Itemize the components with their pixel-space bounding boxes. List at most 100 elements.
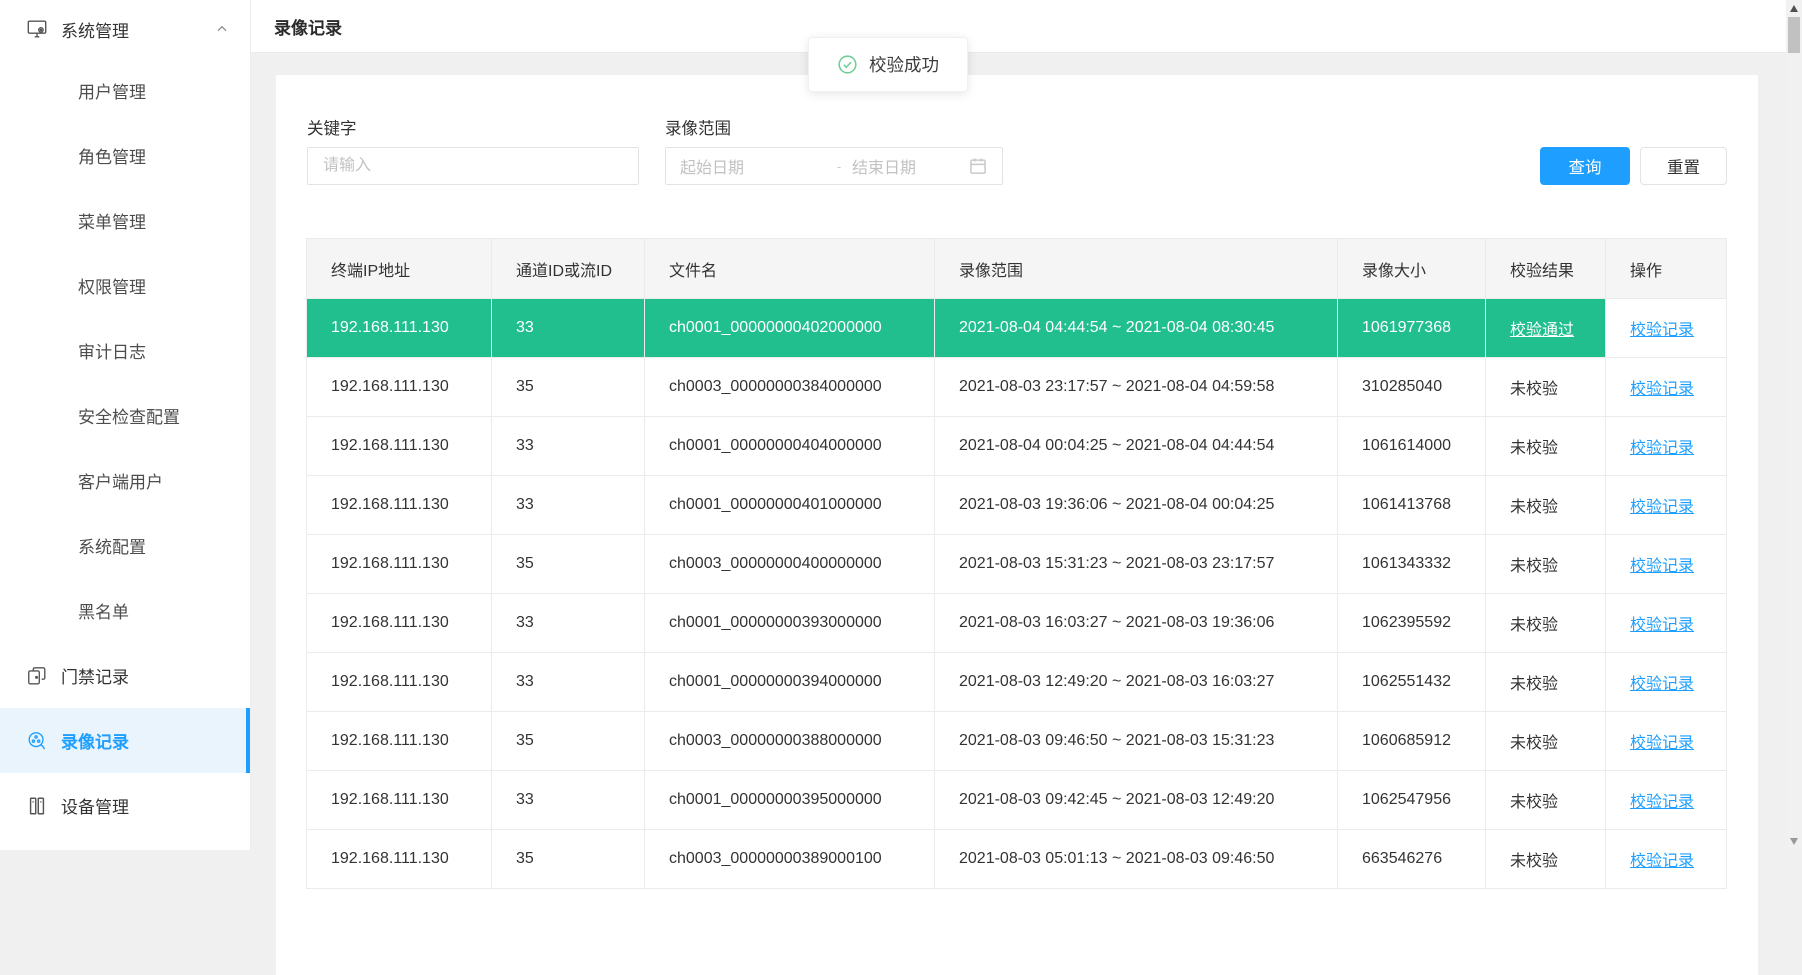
cell-ip: 192.168.111.130: [306, 416, 492, 476]
column-header: 终端IP地址: [306, 238, 492, 299]
cell-range-text: 2021-08-04 04:44:54 ~ 2021-08-04 08:30:4…: [959, 319, 1275, 336]
cell-file-text: ch0001_00000000394000000: [669, 673, 882, 690]
cell-result: 未校验: [1485, 770, 1606, 830]
cell-ip: 192.168.111.130: [306, 770, 492, 830]
cell-file: ch0001_00000000404000000: [644, 416, 935, 476]
cell-file: ch0001_00000000401000000: [644, 475, 935, 535]
sidebar: 系统管理 用户管理 角色管理菜单管理权限管理审计日志安全检查配置 客户端用户 系统配置黑…: [0, 0, 251, 850]
cell-size-text: 1061977368: [1362, 319, 1451, 336]
sidebar-item-system-config[interactable]: 系统配置: [0, 513, 250, 578]
column-header: 文件名: [644, 238, 935, 299]
success-check-icon: [837, 54, 858, 75]
cell-action: 校验记录: [1605, 534, 1727, 594]
verify-record-link[interactable]: 校验记录: [1630, 676, 1694, 693]
sidebar-item-blacklist[interactable]: 黑名单: [0, 578, 250, 643]
column-header: 通道ID或流ID: [491, 238, 645, 299]
cell-ip: 192.168.111.130: [306, 829, 492, 889]
cell-channel: 35: [491, 829, 645, 889]
cell-range-text: 2021-08-03 23:17:57 ~ 2021-08-04 04:59:5…: [959, 378, 1275, 395]
column-header: 录像范围: [934, 238, 1338, 299]
verify-record-link[interactable]: 校验记录: [1630, 617, 1694, 634]
cell-ip-text: 192.168.111.130: [331, 673, 449, 690]
verify-record-link[interactable]: 校验记录: [1630, 499, 1694, 516]
table-row[interactable]: 192.168.111.130 33 ch0001_0000000039400000…: [306, 652, 1727, 712]
cell-ip: 192.168.111.130: [306, 593, 492, 653]
sidebar-item-device-management[interactable]: 设备管理: [0, 773, 250, 838]
cell-result-text: 未校验: [1510, 735, 1559, 752]
scrollbar-thumb[interactable]: [1788, 17, 1800, 53]
cell-range-text: 2021-08-03 19:36:06 ~ 2021-08-04 00:04:2…: [959, 496, 1275, 513]
cell-size-text: 310285040: [1362, 378, 1443, 395]
table-row[interactable]: 192.168.111.130 33 ch0001_0000000040200000…: [306, 298, 1727, 358]
cell-range-text: 2021-08-03 16:03:27 ~ 2021-08-03 19:36:0…: [959, 614, 1275, 631]
cell-result-text: 未校验: [1510, 440, 1559, 457]
cell-channel: 33: [491, 593, 645, 653]
table-row[interactable]: 192.168.111.130 35 ch0003_0000000038800000…: [306, 711, 1727, 771]
sidebar-item-label: 录像记录: [61, 733, 129, 752]
cell-channel-text: 35: [516, 850, 534, 867]
cell-channel-text: 35: [516, 378, 534, 395]
sidebar-item-label: 菜单管理: [78, 213, 146, 232]
verify-record-link[interactable]: 校验记录: [1630, 735, 1694, 752]
table-row[interactable]: 192.168.111.130 33 ch0001_0000000039500000…: [306, 770, 1727, 830]
cell-size: 663546276: [1337, 829, 1486, 889]
verify-record-link[interactable]: 校验记录: [1630, 558, 1694, 575]
sidebar-item-security-check-config[interactable]: 安全检查配置: [0, 383, 250, 448]
sidebar-item-label: 设备管理: [61, 798, 129, 817]
date-range-picker[interactable]: 起始日期 - 结束日期: [665, 147, 1003, 185]
cell-ip-text: 192.168.111.130: [331, 319, 449, 336]
cell-file-text: ch0001_00000000401000000: [669, 496, 882, 513]
cell-file: ch0003_00000000400000000: [644, 534, 935, 594]
table-header: 终端IP地址 通道ID或流ID 文件名 录像范围 录像大小 校验结果 操作: [306, 238, 1727, 299]
sidebar-item-system-management[interactable]: 系统管理: [0, 0, 250, 58]
cell-ip-text: 192.168.111.130: [331, 850, 449, 867]
sidebar-item-user-management[interactable]: 用户管理: [0, 58, 250, 123]
scroll-up-arrow[interactable]: [1786, 0, 1802, 17]
sidebar-item-menu-management[interactable]: 菜单管理: [0, 188, 250, 253]
reset-button[interactable]: 重置: [1640, 147, 1727, 185]
cell-channel: 35: [491, 357, 645, 417]
table-row[interactable]: 192.168.111.130 35 ch0003_0000000038400000…: [306, 357, 1727, 417]
verify-record-link[interactable]: 校验记录: [1630, 794, 1694, 811]
cell-action: 校验记录: [1605, 298, 1727, 358]
cell-range-text: 2021-08-03 05:01:13 ~ 2021-08-03 09:46:5…: [959, 850, 1275, 867]
cell-size-text: 1062395592: [1362, 614, 1451, 631]
table-row[interactable]: 192.168.111.130 33 ch0001_0000000040400000…: [306, 416, 1727, 476]
verify-record-link[interactable]: 校验记录: [1630, 381, 1694, 398]
chevron-up-icon: [214, 21, 230, 37]
column-header: 录像大小: [1337, 238, 1486, 299]
film-reel-icon: [26, 730, 48, 752]
table-row[interactable]: 192.168.111.130 35 ch0003_0000000038900010…: [306, 829, 1727, 889]
cell-action: 校验记录: [1605, 652, 1727, 712]
cell-channel: 33: [491, 475, 645, 535]
cell-ip-text: 192.168.111.130: [331, 378, 449, 395]
cell-range: 2021-08-03 19:36:06 ~ 2021-08-04 00:04:2…: [934, 475, 1338, 535]
sidebar-item-permission-management[interactable]: 权限管理: [0, 253, 250, 318]
cell-file: ch0001_00000000395000000: [644, 770, 935, 830]
topbar: 录像记录: [250, 0, 1786, 53]
sidebar-item-audit-log[interactable]: 审计日志: [0, 318, 250, 383]
cell-file-text: ch0003_00000000384000000: [669, 378, 882, 395]
sidebar-item-client-user[interactable]: 客户端用户: [0, 448, 250, 513]
verify-record-link[interactable]: 校验记录: [1630, 853, 1694, 870]
search-button[interactable]: 查询: [1540, 147, 1630, 185]
verify-record-link[interactable]: 校验记录: [1630, 440, 1694, 457]
cell-result: 未校验: [1485, 534, 1606, 594]
table-row[interactable]: 192.168.111.130 33 ch0001_0000000039300000…: [306, 593, 1727, 653]
cell-range-text: 2021-08-03 15:31:23 ~ 2021-08-03 23:17:5…: [959, 555, 1275, 572]
cell-ip-text: 192.168.111.130: [331, 437, 449, 454]
sidebar-item-access-records[interactable]: 门禁记录: [0, 643, 250, 708]
scroll-down-arrow[interactable]: [1786, 833, 1802, 850]
verify-record-link[interactable]: 校验记录: [1630, 322, 1694, 339]
keyword-input[interactable]: [307, 147, 639, 185]
calendar-icon: [968, 156, 988, 176]
cell-channel-text: 33: [516, 791, 534, 808]
cell-range: 2021-08-03 12:49:20 ~ 2021-08-03 16:03:2…: [934, 652, 1338, 712]
cell-file: ch0001_00000000394000000: [644, 652, 935, 712]
sidebar-item-label: 审计日志: [78, 343, 146, 362]
table-row[interactable]: 192.168.111.130 35 ch0003_0000000040000000…: [306, 534, 1727, 594]
table-row[interactable]: 192.168.111.130 33 ch0001_0000000040100000…: [306, 475, 1727, 535]
sidebar-item-video-records[interactable]: 录像记录: [0, 708, 250, 773]
sidebar-item-role-management[interactable]: 角色管理: [0, 123, 250, 188]
cell-channel: 35: [491, 711, 645, 771]
